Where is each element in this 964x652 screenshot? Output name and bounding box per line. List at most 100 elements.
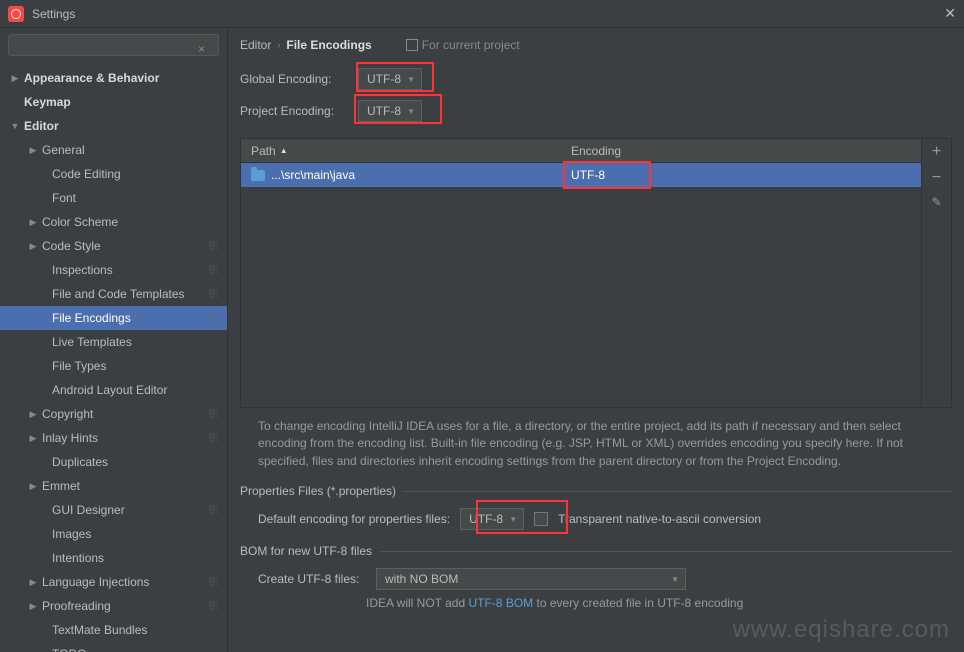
sidebar-item-font[interactable]: Font <box>0 186 227 210</box>
window-title: Settings <box>32 7 75 21</box>
sidebar-item-label: TODO <box>52 647 86 652</box>
sidebar-item-proofreading[interactable]: ▶ Proofreading ⎘ <box>0 594 227 618</box>
project-badge-icon: ⎘ <box>209 289 217 300</box>
close-icon[interactable]: ✕ <box>944 5 956 22</box>
breadcrumb-parent[interactable]: Editor <box>240 38 271 52</box>
table-toolbar: + − ✎ <box>921 139 951 407</box>
tree-arrow-icon: ▼ <box>10 121 20 131</box>
sidebar-item-label: Keymap <box>24 95 71 109</box>
sidebar-item-label: File Encodings <box>52 311 131 325</box>
tree-arrow-icon: ▶ <box>28 433 38 444</box>
tree-arrow-icon: ▶ <box>28 601 38 612</box>
tree-arrow-icon: ▶ <box>28 145 38 156</box>
breadcrumb-current: File Encodings <box>286 38 371 52</box>
sidebar-item-gui-designer[interactable]: GUI Designer⎘ <box>0 498 227 522</box>
sidebar-item-label: File and Code Templates <box>52 287 185 301</box>
sidebar-item-label: Copyright <box>42 407 93 421</box>
sidebar-item-textmate-bundles[interactable]: TextMate Bundles <box>0 618 227 642</box>
caret-down-icon: ▼ <box>407 107 415 116</box>
sidebar-item-color-scheme[interactable]: ▶ Color Scheme <box>0 210 227 234</box>
sidebar-item-editor[interactable]: ▼Editor <box>0 114 227 138</box>
encoding-table: Path ▲ Encoding ...\src\main\java UTF-8 … <box>240 138 952 408</box>
project-badge-icon: ⎘ <box>209 265 217 276</box>
sidebar-item-inspections[interactable]: Inspections ⎘ <box>0 258 227 282</box>
sidebar-item-emmet[interactable]: ▶Emmet <box>0 474 227 498</box>
sidebar-item-file-and-code-templates[interactable]: File and Code Templates ⎘ <box>0 282 227 306</box>
table-header: Path ▲ Encoding <box>241 139 921 163</box>
chevron-right-icon: › <box>277 40 280 50</box>
sidebar-item-label: Code Editing <box>52 167 121 181</box>
properties-encoding-combo[interactable]: UTF-8 ▼ <box>460 508 524 530</box>
project-encoding-combo[interactable]: UTF-8 ▼ <box>358 100 422 122</box>
tree-arrow-icon: ▶ <box>28 409 38 420</box>
global-encoding-combo[interactable]: UTF-8 ▼ <box>358 68 422 90</box>
tree-arrow-icon: ▶ <box>28 481 38 492</box>
sidebar-item-general[interactable]: ▶ General <box>0 138 227 162</box>
clear-search-icon[interactable]: × <box>198 42 205 56</box>
tree-arrow-icon: ▶ <box>28 217 38 228</box>
sidebar-item-images[interactable]: Images <box>0 522 227 546</box>
caret-down-icon: ▼ <box>407 75 415 84</box>
native-ascii-checkbox[interactable] <box>534 512 548 526</box>
app-icon <box>8 6 24 22</box>
sidebar-item-label: Images <box>52 527 91 541</box>
sidebar-item-code-style[interactable]: ▶ Code Style ⎘ <box>0 234 227 258</box>
sidebar-item-label: Inspections <box>52 263 113 277</box>
project-badge-icon: ⎘ <box>209 433 217 444</box>
bom-fieldset: BOM for new UTF-8 files Create UTF-8 fil… <box>240 544 952 614</box>
sidebar-item-todo[interactable]: TODO <box>0 642 227 652</box>
sidebar-item-file-types[interactable]: File Types <box>0 354 227 378</box>
sidebar-item-label: Proofreading <box>42 599 111 613</box>
sidebar-item-label: Appearance & Behavior <box>24 71 159 85</box>
caret-down-icon: ▼ <box>509 515 517 524</box>
sidebar-item-inlay-hints[interactable]: ▶ Inlay Hints ⎘ <box>0 426 227 450</box>
encoding-column-header[interactable]: Encoding <box>561 144 631 158</box>
properties-legend: Properties Files (*.properties) <box>240 484 404 498</box>
settings-tree: ▶ Appearance & Behavior Keymap ▼Editor ▶ Gene… <box>0 62 227 652</box>
sidebar-item-label: Inlay Hints <box>42 431 98 445</box>
bom-label: Create UTF-8 files: <box>258 572 366 586</box>
add-icon[interactable]: + <box>932 143 941 161</box>
sidebar-item-language-injections[interactable]: ▶Language Injections⎘ <box>0 570 227 594</box>
sidebar-item-label: Font <box>52 191 76 205</box>
sidebar-item-intentions[interactable]: Intentions <box>0 546 227 570</box>
sidebar-item-duplicates[interactable]: Duplicates <box>0 450 227 474</box>
sidebar-item-appearance-behavior[interactable]: ▶ Appearance & Behavior <box>0 66 227 90</box>
scope-label: For current project <box>406 38 520 52</box>
sidebar-item-label: Code Style <box>42 239 101 253</box>
remove-icon[interactable]: − <box>932 169 941 187</box>
title-bar: Settings ✕ <box>0 0 964 28</box>
watermark: www.eqishare.com <box>733 616 950 644</box>
table-row[interactable]: ...\src\main\java UTF-8 <box>241 163 921 187</box>
project-badge-icon: ⎘ <box>209 313 217 324</box>
sidebar-item-file-encodings[interactable]: File Encodings ⎘ <box>0 306 227 330</box>
project-badge-icon: ⎘ <box>209 601 217 612</box>
search-input[interactable] <box>8 34 219 56</box>
sidebar-item-keymap[interactable]: Keymap <box>0 90 227 114</box>
encoding-cell: UTF-8 <box>561 168 615 182</box>
breadcrumb: Editor › File Encodings For current proj… <box>240 38 952 52</box>
project-badge-icon: ⎘ <box>209 577 217 588</box>
native-ascii-label: Transparent native-to-ascii conversion <box>558 512 761 526</box>
tree-arrow-icon: ▶ <box>10 73 20 84</box>
sidebar-item-copyright[interactable]: ▶Copyright⎘ <box>0 402 227 426</box>
path-cell: ...\src\main\java <box>271 168 355 182</box>
sidebar-item-label: Android Layout Editor <box>52 383 167 397</box>
project-badge-icon: ⎘ <box>209 505 217 516</box>
utf8-bom-link[interactable]: UTF-8 BOM <box>468 596 533 610</box>
project-badge-icon: ⎘ <box>209 241 217 252</box>
sidebar-item-label: Duplicates <box>52 455 108 469</box>
sidebar-item-label: Color Scheme <box>42 215 118 229</box>
sidebar-item-label: Language Injections <box>42 575 149 589</box>
project-scope-icon <box>406 39 418 51</box>
sidebar-item-live-templates[interactable]: Live Templates <box>0 330 227 354</box>
sidebar-item-label: General <box>42 143 85 157</box>
sidebar-item-code-editing[interactable]: Code Editing <box>0 162 227 186</box>
bom-combo[interactable]: with NO BOM ▼ <box>376 568 686 590</box>
tree-arrow-icon: ▶ <box>28 241 38 252</box>
sidebar-item-android-layout-editor[interactable]: Android Layout Editor <box>0 378 227 402</box>
sidebar-item-label: Intentions <box>52 551 104 565</box>
path-column-header[interactable]: Path ▲ <box>241 144 561 158</box>
properties-encoding-label: Default encoding for properties files: <box>258 512 450 526</box>
edit-icon[interactable]: ✎ <box>931 195 941 209</box>
